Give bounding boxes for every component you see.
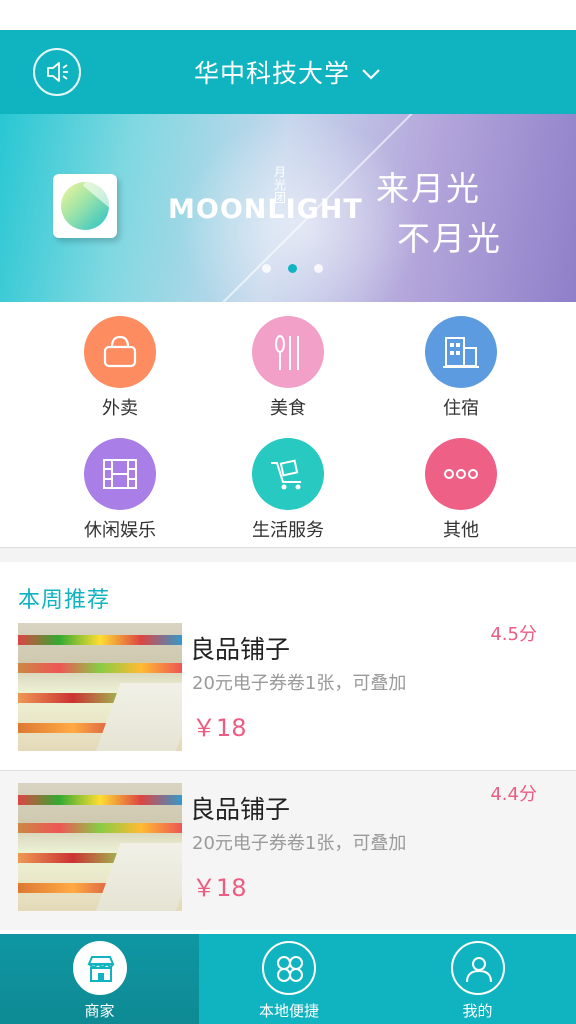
tab-merchants[interactable]: 商家 — [0, 934, 199, 1024]
deal-description: 20元电子券卷1张，可叠加 — [192, 673, 407, 694]
tab-label: 本地便捷 — [258, 1002, 319, 1020]
deal-price: ￥18 — [192, 714, 247, 742]
store-rating: 4.4分 — [490, 784, 537, 805]
city-selector[interactable]: 华中科技大学 — [0, 30, 576, 114]
city-name: 华中科技大学 — [193, 59, 350, 88]
film-icon — [84, 438, 156, 510]
store-rating: 4.5分 — [490, 624, 537, 645]
category-other[interactable]: 其他 — [386, 438, 536, 542]
store-thumbnail — [18, 623, 182, 751]
status-bar — [0, 0, 576, 30]
tab-label: 我的 — [462, 1002, 493, 1020]
deal-item[interactable]: 良品铺子 20元电子券卷1张，可叠加 ￥18 4.5分 — [0, 610, 576, 770]
page-dot[interactable] — [314, 264, 323, 273]
category-life-service[interactable]: 生活服务 — [213, 438, 363, 542]
speaker-button[interactable] — [33, 48, 81, 96]
cart-icon — [252, 438, 324, 510]
tab-mine[interactable]: 我的 — [379, 934, 576, 1024]
banner-brand: MOONLIGHT — [168, 194, 363, 225]
weekly-recommendations: 本周推荐 良品铺子 20元电子券卷1张，可叠加 ￥18 4.5分 良品铺子 20… — [0, 562, 576, 934]
deal-price: ￥18 — [192, 874, 247, 902]
more-icon — [425, 438, 497, 510]
top-header: 华中科技大学 — [0, 30, 576, 114]
banner-slogan-line2: 不月光 — [397, 219, 502, 258]
category-takeout[interactable]: 外卖 — [45, 316, 195, 420]
app-screen: 华中科技大学 MOONLIGHT 月光团 来月光 不月光 外卖 美食 住宿 休闲… — [0, 0, 576, 1024]
category-label: 外卖 — [102, 398, 138, 419]
category-label: 住宿 — [443, 398, 479, 419]
category-label: 美食 — [270, 398, 306, 419]
category-label: 其他 — [443, 520, 479, 541]
list-divider — [0, 770, 576, 771]
category-food[interactable]: 美食 — [213, 316, 363, 420]
utensils-icon — [252, 316, 324, 388]
category-grid: 外卖 美食 住宿 休闲娱乐 生活服务 其他 — [0, 302, 576, 548]
grid-icon — [262, 941, 316, 995]
moonlight-logo-icon — [53, 174, 117, 238]
banner-page-indicator — [262, 264, 323, 273]
store-name: 良品铺子 — [190, 795, 291, 824]
category-hotel[interactable]: 住宿 — [386, 316, 536, 420]
category-entertainment[interactable]: 休闲娱乐 — [45, 438, 195, 542]
tab-local[interactable]: 本地便捷 — [199, 934, 379, 1024]
category-label: 生活服务 — [252, 520, 324, 541]
store-name: 良品铺子 — [190, 635, 291, 664]
deal-item[interactable]: 良品铺子 20元电子券卷1张，可叠加 ￥18 4.4分 — [0, 770, 576, 930]
deal-description: 20元电子券卷1张，可叠加 — [192, 833, 407, 854]
banner-slogan-line1: 来月光 — [376, 169, 481, 208]
tab-label: 商家 — [84, 1002, 115, 1020]
store-thumbnail — [18, 783, 182, 911]
bag-icon — [84, 316, 156, 388]
speaker-icon — [47, 62, 68, 82]
store-icon — [72, 941, 127, 995]
building-icon — [425, 316, 497, 388]
page-dot-active[interactable] — [288, 264, 297, 273]
chevron-down-icon — [360, 61, 382, 83]
banner-brand-cn: 月光团 — [273, 165, 286, 205]
category-label: 休闲娱乐 — [84, 520, 156, 541]
user-icon — [450, 941, 505, 995]
bottom-tab-bar: 商家 本地便捷 我的 — [0, 934, 576, 1024]
promo-banner[interactable]: MOONLIGHT 月光团 来月光 不月光 — [0, 114, 576, 302]
page-dot[interactable] — [262, 264, 271, 273]
